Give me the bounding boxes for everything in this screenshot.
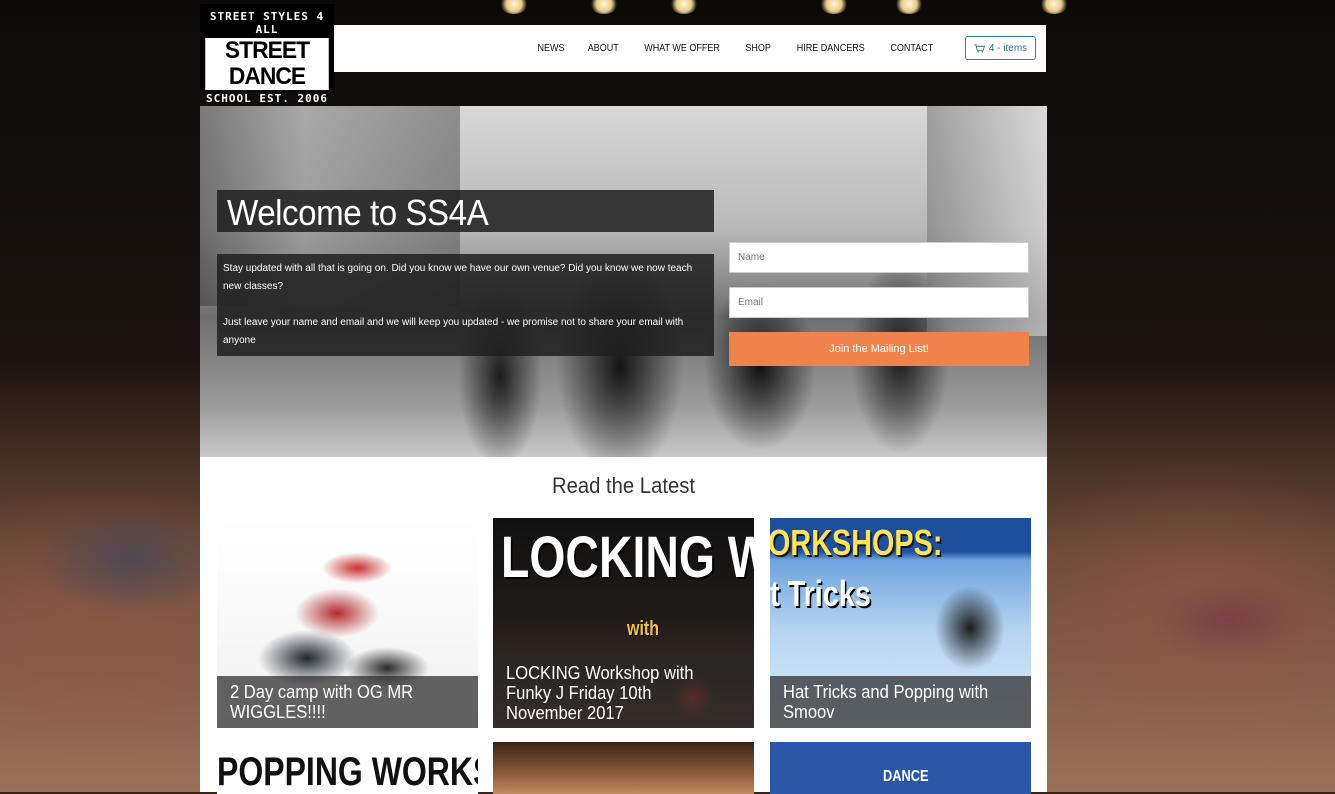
logo-line3: SCHOOL EST. 2006	[206, 92, 328, 105]
hero-title: Welcome to SS4A	[227, 192, 489, 233]
post-image-text: DANCE	[883, 768, 929, 785]
logo-line1: STREET STYLES 4 ALL	[209, 10, 325, 36]
nav-item-hire-dancers[interactable]: HIRE DANCERS	[797, 43, 865, 54]
hero-banner: Welcome to SS4A Stay updated with all th…	[200, 106, 1047, 457]
cart-icon	[973, 43, 985, 53]
nav-item-about[interactable]: ABOUT	[588, 43, 619, 54]
latest-section: Read the Latest 2 Day camp with OG MR WI…	[200, 457, 1047, 794]
post-card[interactable]: ORKSHOPS: t Tricks Hat Tricks and Poppin…	[770, 518, 1031, 728]
post-image-subtext: with	[627, 618, 659, 640]
email-field[interactable]	[729, 287, 1029, 318]
post-card[interactable]: LOCKING WO with LOCKING Workshop with Fu…	[493, 518, 754, 728]
post-card[interactable]: POPPING WORKSHOP	[217, 742, 478, 794]
post-card[interactable]: 2 Day camp with OG MR WIGGLES!!!!	[217, 518, 478, 728]
nav-menu: NEWS ABOUT WHAT WE OFFER SHOP HIRE DANCE…	[536, 25, 936, 72]
join-mailing-list-button[interactable]: Join the Mailing List!	[729, 332, 1029, 366]
nav-item-shop[interactable]: SHOP	[746, 43, 772, 54]
post-caption: 2 Day camp with OG MR WIGGLES!!!!	[217, 676, 478, 728]
post-image-subtext: t Tricks	[770, 573, 871, 614]
nav-item-news[interactable]: NEWS	[537, 43, 564, 54]
post-caption: LOCKING Workshop with Funky J Friday 10t…	[493, 656, 754, 728]
nav-item-contact[interactable]: CONTACT	[891, 43, 934, 54]
post-image-text: POPPING WORKSHOP	[217, 750, 478, 794]
logo-line2: STREET DANCE	[205, 38, 329, 90]
post-image-text: ORKSHOPS:	[770, 522, 943, 563]
top-navbar: NEWS ABOUT WHAT WE OFFER SHOP HIRE DANCE…	[334, 25, 1046, 72]
hero-text-box: Stay updated with all that is going on. …	[217, 254, 714, 356]
hero-title-box: Welcome to SS4A	[217, 190, 714, 233]
name-field[interactable]	[729, 242, 1029, 273]
site-logo[interactable]: STREET STYLES 4 ALL STREET DANCE SCHOOL …	[200, 4, 334, 105]
mailing-list-form: Join the Mailing List!	[729, 242, 1029, 366]
post-image-text: LOCKING WO	[501, 525, 754, 590]
stage-lights	[340, 0, 1100, 24]
post-caption: Hat Tricks and Popping with Smoov	[770, 676, 1031, 728]
cart-button[interactable]: 4 - items	[965, 36, 1036, 60]
cart-count: 4 - items	[988, 42, 1028, 54]
post-card[interactable]: DANCE	[770, 742, 1031, 794]
latest-title: Read the Latest	[552, 473, 695, 498]
nav-item-what-we-offer[interactable]: WHAT WE OFFER	[645, 43, 721, 54]
post-card[interactable]	[493, 742, 754, 794]
hero-paragraph-2: Just leave your name and email and we wi…	[223, 317, 684, 346]
hero-paragraph-1: Stay updated with all that is going on. …	[223, 263, 693, 292]
